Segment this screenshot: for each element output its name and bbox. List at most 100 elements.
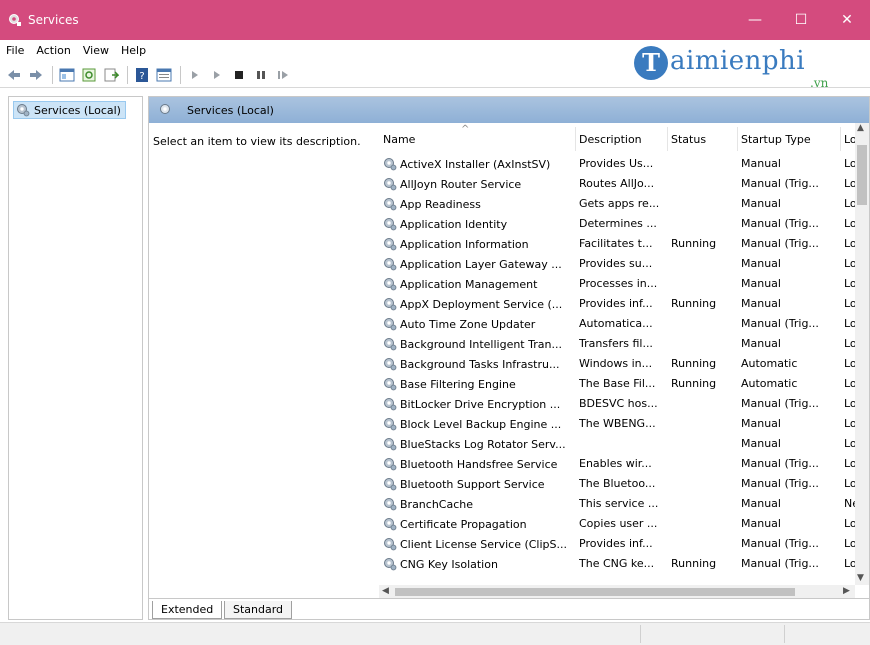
service-log-on-as: Loc (844, 437, 855, 450)
service-name: Background Intelligent Tran... (383, 337, 575, 351)
table-row[interactable]: Block Level Backup Engine ... The WBENG..… (379, 413, 855, 433)
table-row[interactable]: App Readiness Gets apps re... Manual Loc (379, 193, 855, 213)
tab-extended[interactable]: Extended (152, 601, 223, 619)
service-name-label: BranchCache (400, 497, 474, 511)
service-gear-icon (384, 378, 397, 391)
service-log-on-as: Loc (844, 417, 855, 430)
svg-text:?: ? (139, 71, 144, 82)
column-header-status[interactable]: Status (671, 133, 706, 146)
service-name: Application Management (383, 277, 575, 291)
table-row[interactable]: Application Management Processes in... Man… (379, 273, 855, 293)
column-separator[interactable] (737, 127, 738, 151)
export-list-icon[interactable] (103, 67, 119, 83)
service-gear-icon (384, 478, 397, 491)
start-alt-icon[interactable] (209, 67, 225, 83)
table-row[interactable]: Application Layer Gateway ... Provides su… (379, 253, 855, 273)
scroll-left-icon[interactable]: ◀ (382, 586, 389, 596)
service-startup-type: Manual (741, 197, 781, 210)
column-separator[interactable] (575, 127, 576, 151)
table-row[interactable]: Base Filtering Engine The Base Fil... Runn… (379, 373, 855, 393)
column-header-log-on-as[interactable]: Log (844, 133, 855, 146)
table-row[interactable]: Auto Time Zone Updater Automatica... Manua… (379, 313, 855, 333)
start-icon[interactable] (187, 67, 203, 83)
service-gear-icon (384, 258, 397, 271)
column-header-description[interactable]: Description (579, 133, 642, 146)
service-name: Block Level Backup Engine ... (383, 417, 575, 431)
table-row[interactable]: BlueStacks Log Rotator Serv... Manual Loc (379, 433, 855, 453)
tree-item-services-local[interactable]: Services (Local) (13, 101, 126, 119)
column-separator[interactable] (667, 127, 668, 151)
table-row[interactable]: Bluetooth Handsfree Service Enables wir..… (379, 453, 855, 473)
table-row[interactable]: AllJoyn Router Service Routes AllJo... Man… (379, 173, 855, 193)
service-description: Gets apps re... (579, 197, 660, 210)
table-row[interactable]: BranchCache This service ... Manual Net (379, 493, 855, 513)
service-startup-type: Manual (741, 157, 781, 170)
service-name-label: Application Identity (400, 217, 508, 231)
horizontal-scrollbar[interactable]: ◀ ▶ (379, 585, 855, 599)
service-startup-type: Manual (Trig... (741, 317, 819, 330)
column-separator[interactable] (840, 127, 841, 151)
maximize-button[interactable]: ☐ (778, 0, 824, 40)
service-gear-icon (384, 398, 397, 411)
vertical-scrollbar[interactable]: ▲ ▼ (855, 123, 869, 585)
back-icon[interactable] (6, 67, 22, 83)
title-bar: Services — ☐ ✕ (0, 0, 870, 40)
table-row[interactable]: ActiveX Installer (AxInstSV) Provides Us.… (379, 153, 855, 173)
scroll-right-icon[interactable]: ▶ (843, 586, 850, 596)
table-row[interactable]: Application Identity Determines ... Manual… (379, 213, 855, 233)
help-icon[interactable]: ? (134, 67, 150, 83)
forward-icon[interactable] (28, 67, 44, 83)
menu-file[interactable]: File (6, 44, 24, 57)
service-description: The Bluetoo... (579, 477, 656, 490)
properties-icon[interactable] (156, 67, 172, 83)
service-startup-type: Manual (Trig... (741, 237, 819, 250)
table-row[interactable]: Certificate Propagation Copies user ... Ma… (379, 513, 855, 533)
service-name-label: Block Level Backup Engine ... (400, 417, 562, 431)
scroll-up-icon[interactable]: ▲ (857, 123, 864, 133)
table-row[interactable]: Background Tasks Infrastru... Windows in.… (379, 353, 855, 373)
service-description: Facilitates t... (579, 237, 653, 250)
service-name: AppX Deployment Service (... (383, 297, 575, 311)
toolbar-separator (52, 65, 53, 84)
service-name-label: Application Information (400, 237, 529, 251)
table-row[interactable]: Client License Service (ClipS... Provides… (379, 533, 855, 553)
table-row[interactable]: CNG Key Isolation The CNG ke... Running Man… (379, 553, 855, 573)
restart-icon[interactable] (275, 67, 291, 83)
menu-action[interactable]: Action (36, 44, 70, 57)
minimize-button[interactable]: — (732, 0, 778, 40)
show-hide-tree-icon[interactable] (59, 67, 75, 83)
table-row[interactable]: BitLocker Drive Encryption ... BDESVC hos… (379, 393, 855, 413)
column-header-name[interactable]: Name (383, 133, 415, 146)
service-log-on-as: Loc (844, 357, 855, 370)
column-header-startup-type[interactable]: Startup Type (741, 133, 811, 146)
refresh-icon[interactable] (81, 67, 97, 83)
service-description: The WBENG... (579, 417, 656, 430)
service-gear-icon (384, 458, 397, 471)
service-startup-type: Automatic (741, 357, 798, 370)
table-row[interactable]: Application Information Facilitates t... R… (379, 233, 855, 253)
service-log-on-as: Loc (844, 537, 855, 550)
status-divider (640, 625, 641, 643)
scroll-down-icon[interactable]: ▼ (857, 573, 864, 583)
table-row[interactable]: Bluetooth Support Service The Bluetoo... M… (379, 473, 855, 493)
service-name: BranchCache (383, 497, 575, 511)
sort-ascending-icon: ^ (461, 124, 470, 135)
service-startup-type: Manual (741, 257, 781, 270)
menu-view[interactable]: View (83, 44, 109, 57)
service-name: AllJoyn Router Service (383, 177, 575, 191)
service-log-on-as: Loc (844, 377, 855, 390)
stop-icon[interactable] (231, 67, 247, 83)
tree-item-label: Services (Local) (34, 103, 121, 117)
scrollbar-thumb[interactable] (395, 588, 795, 596)
service-startup-type: Manual (741, 517, 781, 530)
service-startup-type: Manual (Trig... (741, 177, 819, 190)
menu-help[interactable]: Help (121, 44, 146, 57)
tab-standard[interactable]: Standard (224, 601, 293, 619)
close-button[interactable]: ✕ (824, 0, 870, 40)
service-log-on-as: Loc (844, 557, 855, 570)
table-row[interactable]: Background Intelligent Tran... Transfers … (379, 333, 855, 353)
pause-icon[interactable] (253, 67, 269, 83)
services-gear-icon (9, 14, 21, 26)
table-row[interactable]: AppX Deployment Service (... Provides inf… (379, 293, 855, 313)
scrollbar-thumb[interactable] (857, 145, 867, 205)
